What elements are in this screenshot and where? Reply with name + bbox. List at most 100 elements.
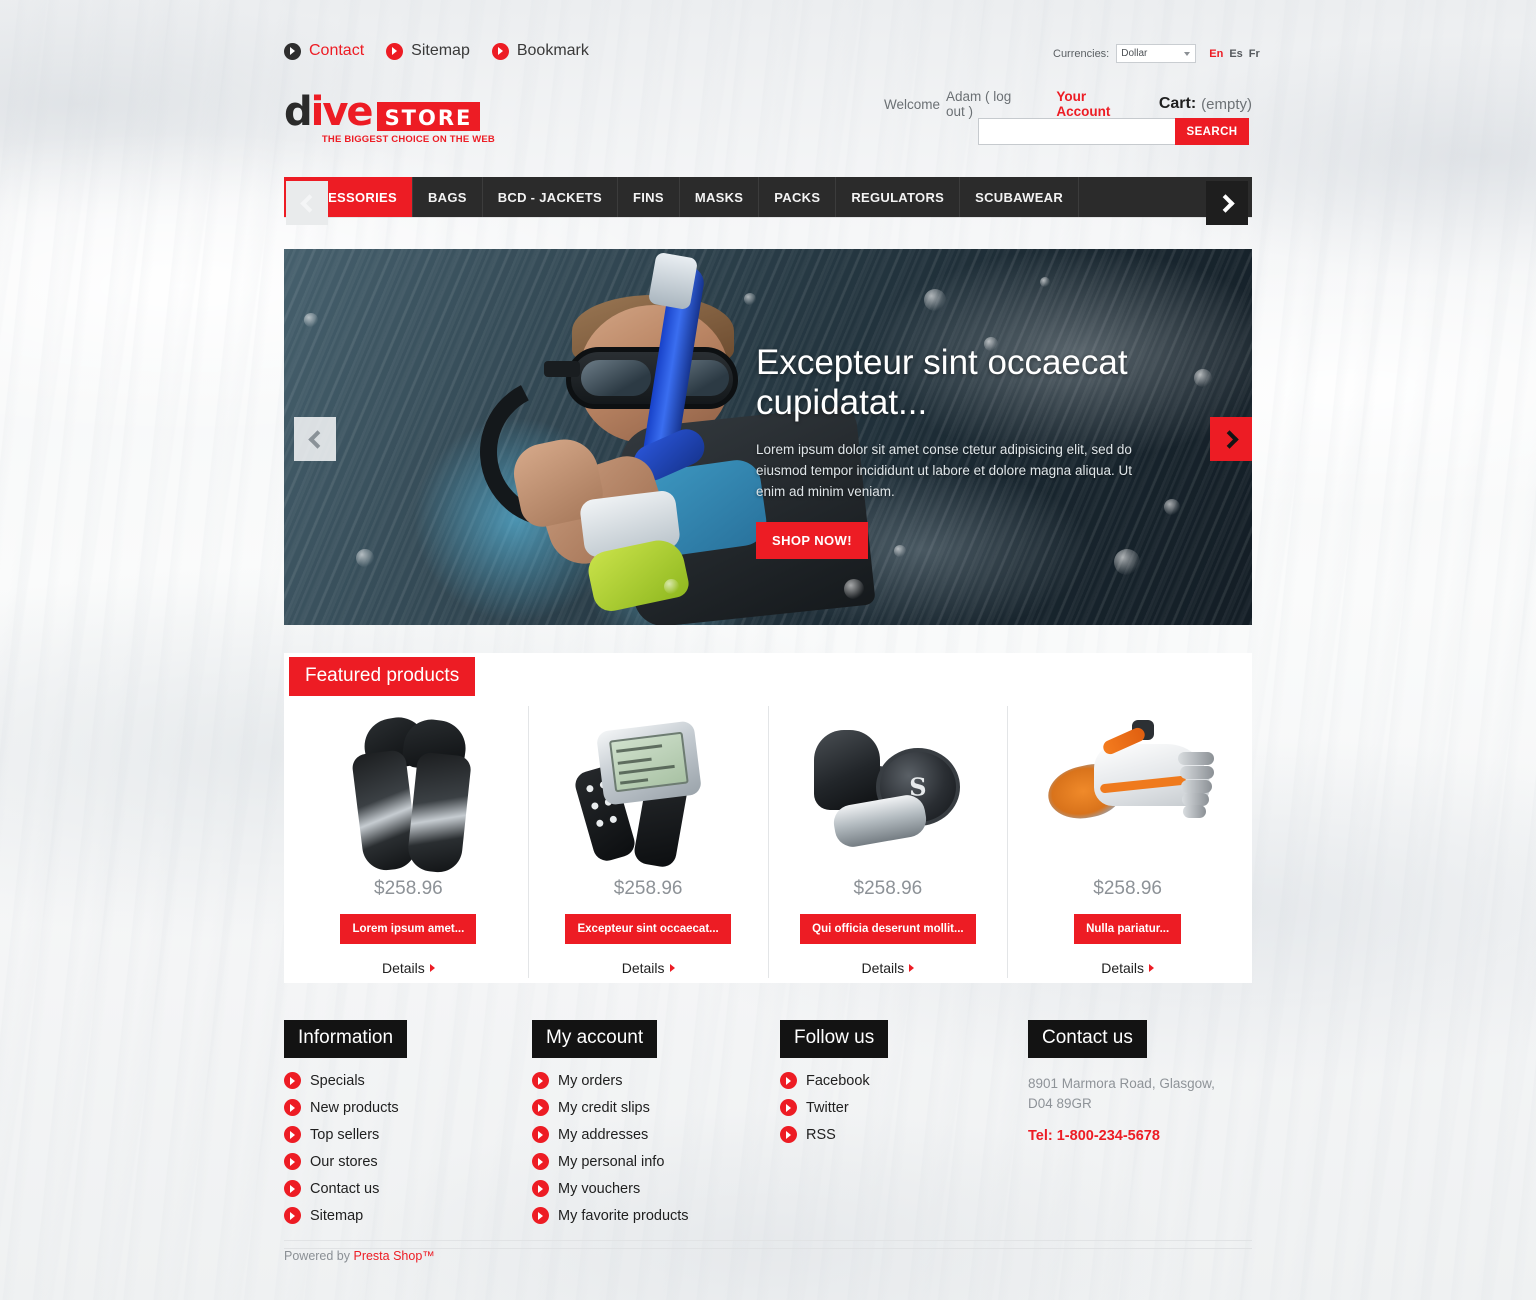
featured-products-title: Featured products (289, 657, 476, 696)
arrow-right-icon (669, 964, 675, 972)
footer-link-facebook[interactable]: Facebook (780, 1072, 1028, 1089)
nav-item-masks[interactable]: MASKS (680, 177, 760, 217)
language-fr[interactable]: Fr (1249, 48, 1260, 60)
product-card[interactable]: $258.96 Excepteur sint occaecat... Detai… (529, 706, 769, 978)
powered-by-prefix: Powered by (284, 1249, 354, 1263)
search-bar: SEARCH (978, 118, 1249, 145)
footer-link-my-addresses[interactable]: My addresses (532, 1126, 780, 1143)
cart-label[interactable]: Cart: (1159, 95, 1196, 113)
currency-select[interactable]: Dollar (1116, 44, 1197, 63)
product-card[interactable]: S $258.96 Qui officia deserunt mollit...… (769, 706, 1009, 978)
footer-heading-contact-us: Contact us (1028, 1020, 1147, 1058)
logo-letters-ive: ive (310, 89, 374, 135)
your-account-link[interactable]: Your Account (1056, 89, 1132, 119)
footer-heading-information: Information (284, 1020, 408, 1058)
featured-prev-button[interactable] (286, 181, 328, 225)
language-en[interactable]: En (1209, 48, 1223, 60)
footer-link-my-orders[interactable]: My orders (532, 1072, 780, 1089)
footer-list-follow-us: Facebook Twitter RSS (780, 1072, 1028, 1143)
presta-shop-link[interactable]: Presta Shop™ (353, 1249, 434, 1263)
product-name-button[interactable]: Lorem ipsum amet... (340, 914, 477, 944)
footer-link-label: Contact us (310, 1180, 380, 1197)
product-name-button[interactable]: Excepteur sint occaecat... (565, 914, 731, 944)
footer-heading-my-account: My account (532, 1020, 658, 1058)
product-details-link[interactable]: Details (861, 960, 915, 976)
product-image-dive-computer-watch[interactable] (548, 712, 748, 872)
hero-next-button[interactable] (1210, 417, 1252, 461)
welcome-user[interactable]: Adam ( log out ) (946, 89, 1030, 119)
nav-item-regulators[interactable]: REGULATORS (836, 177, 961, 217)
hero-prev-button[interactable] (294, 417, 336, 461)
arrow-bullet-icon (532, 1072, 549, 1089)
footer-link-label: Our stores (310, 1153, 378, 1170)
footer-link-twitter[interactable]: Twitter (780, 1099, 1028, 1116)
footer-link-my-vouchers[interactable]: My vouchers (532, 1180, 780, 1197)
arrow-bullet-icon (532, 1126, 549, 1143)
arrow-bullet-icon (780, 1126, 797, 1143)
footer-link-label: Specials (310, 1072, 365, 1089)
footer-link-top-sellers[interactable]: Top sellers (284, 1126, 532, 1143)
top-link-sitemap[interactable]: Sitemap (386, 42, 470, 60)
featured-products-list: $258.96 Lorem ipsum amet... Details $258… (289, 706, 1247, 978)
nav-item-fins[interactable]: FINS (618, 177, 680, 217)
top-link-contact[interactable]: Contact (284, 42, 364, 60)
arrow-bullet-icon (532, 1180, 549, 1197)
arrow-bullet-icon (780, 1072, 797, 1089)
footer-link-our-stores[interactable]: Our stores (284, 1153, 532, 1170)
arrow-bullet-icon (386, 42, 404, 60)
details-label: Details (1101, 960, 1145, 976)
powered-by-line: Powered by Presta Shop™ (284, 1248, 1252, 1263)
footer-link-rss[interactable]: RSS (780, 1126, 1028, 1143)
nav-item-scubawear[interactable]: SCUBAWEAR (960, 177, 1080, 217)
search-input[interactable] (978, 118, 1175, 145)
address-line-1: 8901 Marmora Road, Glasgow, (1028, 1076, 1215, 1091)
search-button[interactable]: SEARCH (1175, 118, 1249, 145)
language-switcher: En Es Fr (1209, 48, 1260, 60)
product-card[interactable]: $258.96 Lorem ipsum amet... Details (289, 706, 529, 978)
arrow-right-icon (909, 964, 915, 972)
product-image-diving-fins[interactable] (308, 712, 508, 875)
currency-selected-value: Dollar (1121, 48, 1148, 59)
product-image-scuba-regulator[interactable]: S (788, 712, 988, 872)
cart-value: (empty) (1201, 95, 1252, 113)
footer-link-specials[interactable]: Specials (284, 1072, 532, 1089)
top-link-bookmark[interactable]: Bookmark (491, 42, 589, 60)
footer-link-my-credit-slips[interactable]: My credit slips (532, 1099, 780, 1116)
footer-list-my-account: My orders My credit slips My addresses M… (532, 1072, 780, 1224)
arrow-bullet-icon (284, 1180, 301, 1197)
product-name-button[interactable]: Nulla pariatur... (1074, 914, 1182, 944)
footer-link-sitemap[interactable]: Sitemap (284, 1207, 532, 1224)
welcome-text: Welcome (884, 96, 941, 112)
nav-item-bags[interactable]: BAGS (413, 177, 483, 217)
footer-link-new-products[interactable]: New products (284, 1099, 532, 1116)
shop-now-button[interactable]: SHOP NOW! (756, 522, 868, 559)
footer-link-label: Twitter (806, 1099, 849, 1116)
nav-item-bcd-jackets[interactable]: BCD - JACKETS (483, 177, 618, 217)
product-details-link[interactable]: Details (1101, 960, 1155, 976)
arrow-right-icon (429, 964, 435, 972)
arrow-bullet-icon (491, 42, 509, 60)
logo-badge-store: STORE (376, 102, 481, 131)
footer-link-label: My personal info (558, 1153, 665, 1170)
product-image-water-shoes[interactable] (1028, 712, 1228, 872)
footer-link-my-favorite-products[interactable]: My favorite products (532, 1207, 780, 1224)
chevron-left-icon (299, 193, 319, 213)
contact-telephone[interactable]: Tel: 1-800-234-5678 (1028, 1128, 1252, 1144)
product-price: $258.96 (853, 878, 923, 899)
footer-link-label: New products (310, 1099, 399, 1116)
product-card[interactable]: $258.96 Nulla pariatur... Details (1008, 706, 1247, 978)
product-details-link[interactable]: Details (622, 960, 675, 976)
arrow-bullet-icon (284, 1072, 301, 1089)
featured-next-button[interactable] (1206, 181, 1248, 225)
account-bar: Welcome Adam ( log out ) Your Account Ca… (884, 89, 1252, 119)
footer-link-label: Sitemap (310, 1207, 364, 1224)
footer-link-my-personal-info[interactable]: My personal info (532, 1153, 780, 1170)
language-es[interactable]: Es (1229, 48, 1242, 60)
nav-item-packs[interactable]: PACKS (759, 177, 837, 217)
product-name-button[interactable]: Qui officia deserunt mollit... (800, 914, 976, 944)
product-details-link[interactable]: Details (382, 960, 435, 976)
site-logo[interactable]: d ive STORE THE BIGGEST CHOICE ON THE WE… (284, 89, 495, 145)
address-line-2: D04 89GR (1028, 1096, 1092, 1111)
footer-link-contact-us[interactable]: Contact us (284, 1180, 532, 1197)
details-label: Details (861, 960, 905, 976)
